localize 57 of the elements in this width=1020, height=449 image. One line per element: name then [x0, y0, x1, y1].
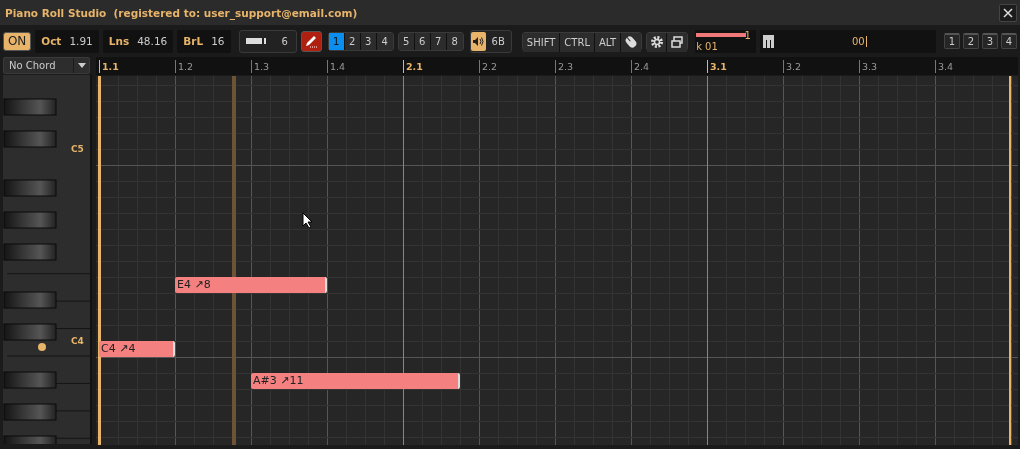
settings-button[interactable] — [647, 32, 668, 52]
close-icon — [1003, 7, 1013, 18]
ruler-tick: 1.4 — [327, 60, 346, 73]
preset-button[interactable]: 1 — [944, 33, 960, 49]
field-label: BrL — [183, 35, 204, 47]
ruler-tick: 2.3 — [555, 60, 574, 73]
meter-value: 1 — [744, 29, 751, 41]
chord-dropdown[interactable]: No Chord — [3, 57, 90, 74]
note-block[interactable]: E4 ↗8 — [175, 277, 327, 293]
value-field[interactable]: Lns 48.16 — [102, 29, 174, 53]
value-field[interactable]: BrL 16 — [177, 29, 231, 53]
caret-icon — [77, 63, 86, 68]
power-toggle[interactable]: ON — [3, 31, 32, 51]
modifier-button[interactable]: CTRL — [560, 32, 595, 52]
preset-button[interactable]: 2 — [963, 33, 979, 49]
modifier-button[interactable]: ALT — [594, 32, 622, 52]
piano-icon — [762, 34, 774, 48]
field-value: 1.91 — [69, 35, 93, 47]
close-button[interactable] — [999, 3, 1017, 22]
ruler-tick: 1.3 — [251, 60, 270, 73]
speaker-button[interactable] — [470, 31, 486, 51]
preset-button[interactable]: 3 — [982, 33, 998, 49]
ruler-tick: 3.3 — [859, 60, 878, 73]
ruler-tick: 1.1 — [99, 60, 119, 73]
ruler-tick: 2.2 — [479, 60, 498, 73]
mouse-button[interactable] — [621, 32, 642, 52]
note-input-field[interactable]: 00 — [759, 29, 936, 53]
ruler-tick: 1.2 — [175, 60, 194, 73]
pencil-tool-button[interactable] — [300, 30, 322, 52]
sound-value: 6B — [490, 35, 506, 47]
window-title: Piano Roll Studio (registered to: user_support@email.com) — [5, 6, 358, 19]
ruler-tick: 3.1 — [707, 60, 727, 73]
field-value: 48.16 — [137, 35, 168, 47]
zoom-control[interactable]: 6 — [238, 29, 297, 53]
field-label: Oct — [41, 35, 62, 47]
meter-label: k 01 — [696, 40, 718, 53]
pencil-icon — [304, 34, 319, 48]
ruler-tick: 3.4 — [935, 60, 954, 73]
window-button[interactable] — [667, 32, 688, 52]
root-note-dot — [38, 343, 46, 351]
bar-icon — [245, 38, 268, 44]
ruler-tick: 2.4 — [631, 60, 650, 73]
ruler-tick: 2.1 — [403, 60, 423, 73]
ruler-tick: 3.2 — [783, 60, 802, 73]
field-value: 16 — [211, 35, 225, 47]
note-block[interactable]: A#3 ↗11 — [251, 373, 460, 389]
modifier-button[interactable]: SHIFT — [522, 32, 561, 52]
field-label: Lns — [108, 35, 130, 47]
octave-label: C4 — [71, 336, 84, 346]
channel-button[interactable]: 5 — [398, 32, 415, 50]
mouse-pointer-icon — [302, 212, 313, 229]
value-field[interactable]: Oct 1.91 — [35, 29, 99, 53]
octave-label: C5 — [71, 144, 84, 154]
note-block[interactable]: C4 ↗4 — [99, 341, 175, 357]
channel-button[interactable]: 1 — [328, 32, 345, 50]
preset-button[interactable]: 4 — [1001, 33, 1017, 49]
timeline-ruler[interactable]: 1.1 1.2 1.3 1.4 2.1 2.2 2.3 2.4 3.1 3.2 3.3 3.4 — [96, 57, 1018, 75]
